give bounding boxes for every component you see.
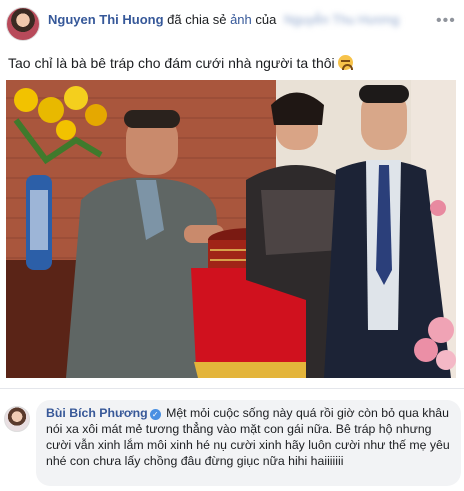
blurred-owner-name[interactable]: Nguyễn Thu Hương [284, 12, 399, 27]
author-name-link[interactable]: Nguyen Thi Huong [48, 12, 164, 27]
divider [0, 388, 464, 389]
more-horizontal-icon[interactable]: ••• [436, 12, 456, 30]
wedding-photo-illustration [6, 80, 456, 378]
commenter-avatar[interactable] [4, 406, 30, 432]
post-status-text: Tao chỉ là bà bê tráp cho đám cưới nhà n… [8, 55, 353, 71]
post-photo[interactable] [6, 80, 456, 378]
avatar[interactable] [6, 7, 40, 41]
post-header: Nguyen Thi Huong đã chia sẻ ảnh của Nguy… [0, 0, 464, 44]
commenter-name-link[interactable]: Bùi Bích Phương [46, 406, 148, 420]
crying-face-icon [337, 55, 353, 70]
photo-link[interactable]: ảnh [230, 12, 252, 27]
verified-badge-icon: ✓ [149, 409, 161, 420]
of-text: của [255, 12, 277, 27]
comment-bubble: Bùi Bích Phương ✓ Mệt mỏi cuộc sống này q… [36, 400, 461, 486]
comment-item: Bùi Bích Phương ✓ Mệt mỏi cuộc sống này q… [0, 398, 464, 491]
post-header-line: Nguyen Thi Huong đã chia sẻ ảnh của Nguy… [48, 12, 399, 27]
shared-text: đã chia sẻ [167, 12, 227, 27]
status-text: Tao chỉ là bà bê tráp cho đám cưới nhà n… [8, 55, 335, 71]
